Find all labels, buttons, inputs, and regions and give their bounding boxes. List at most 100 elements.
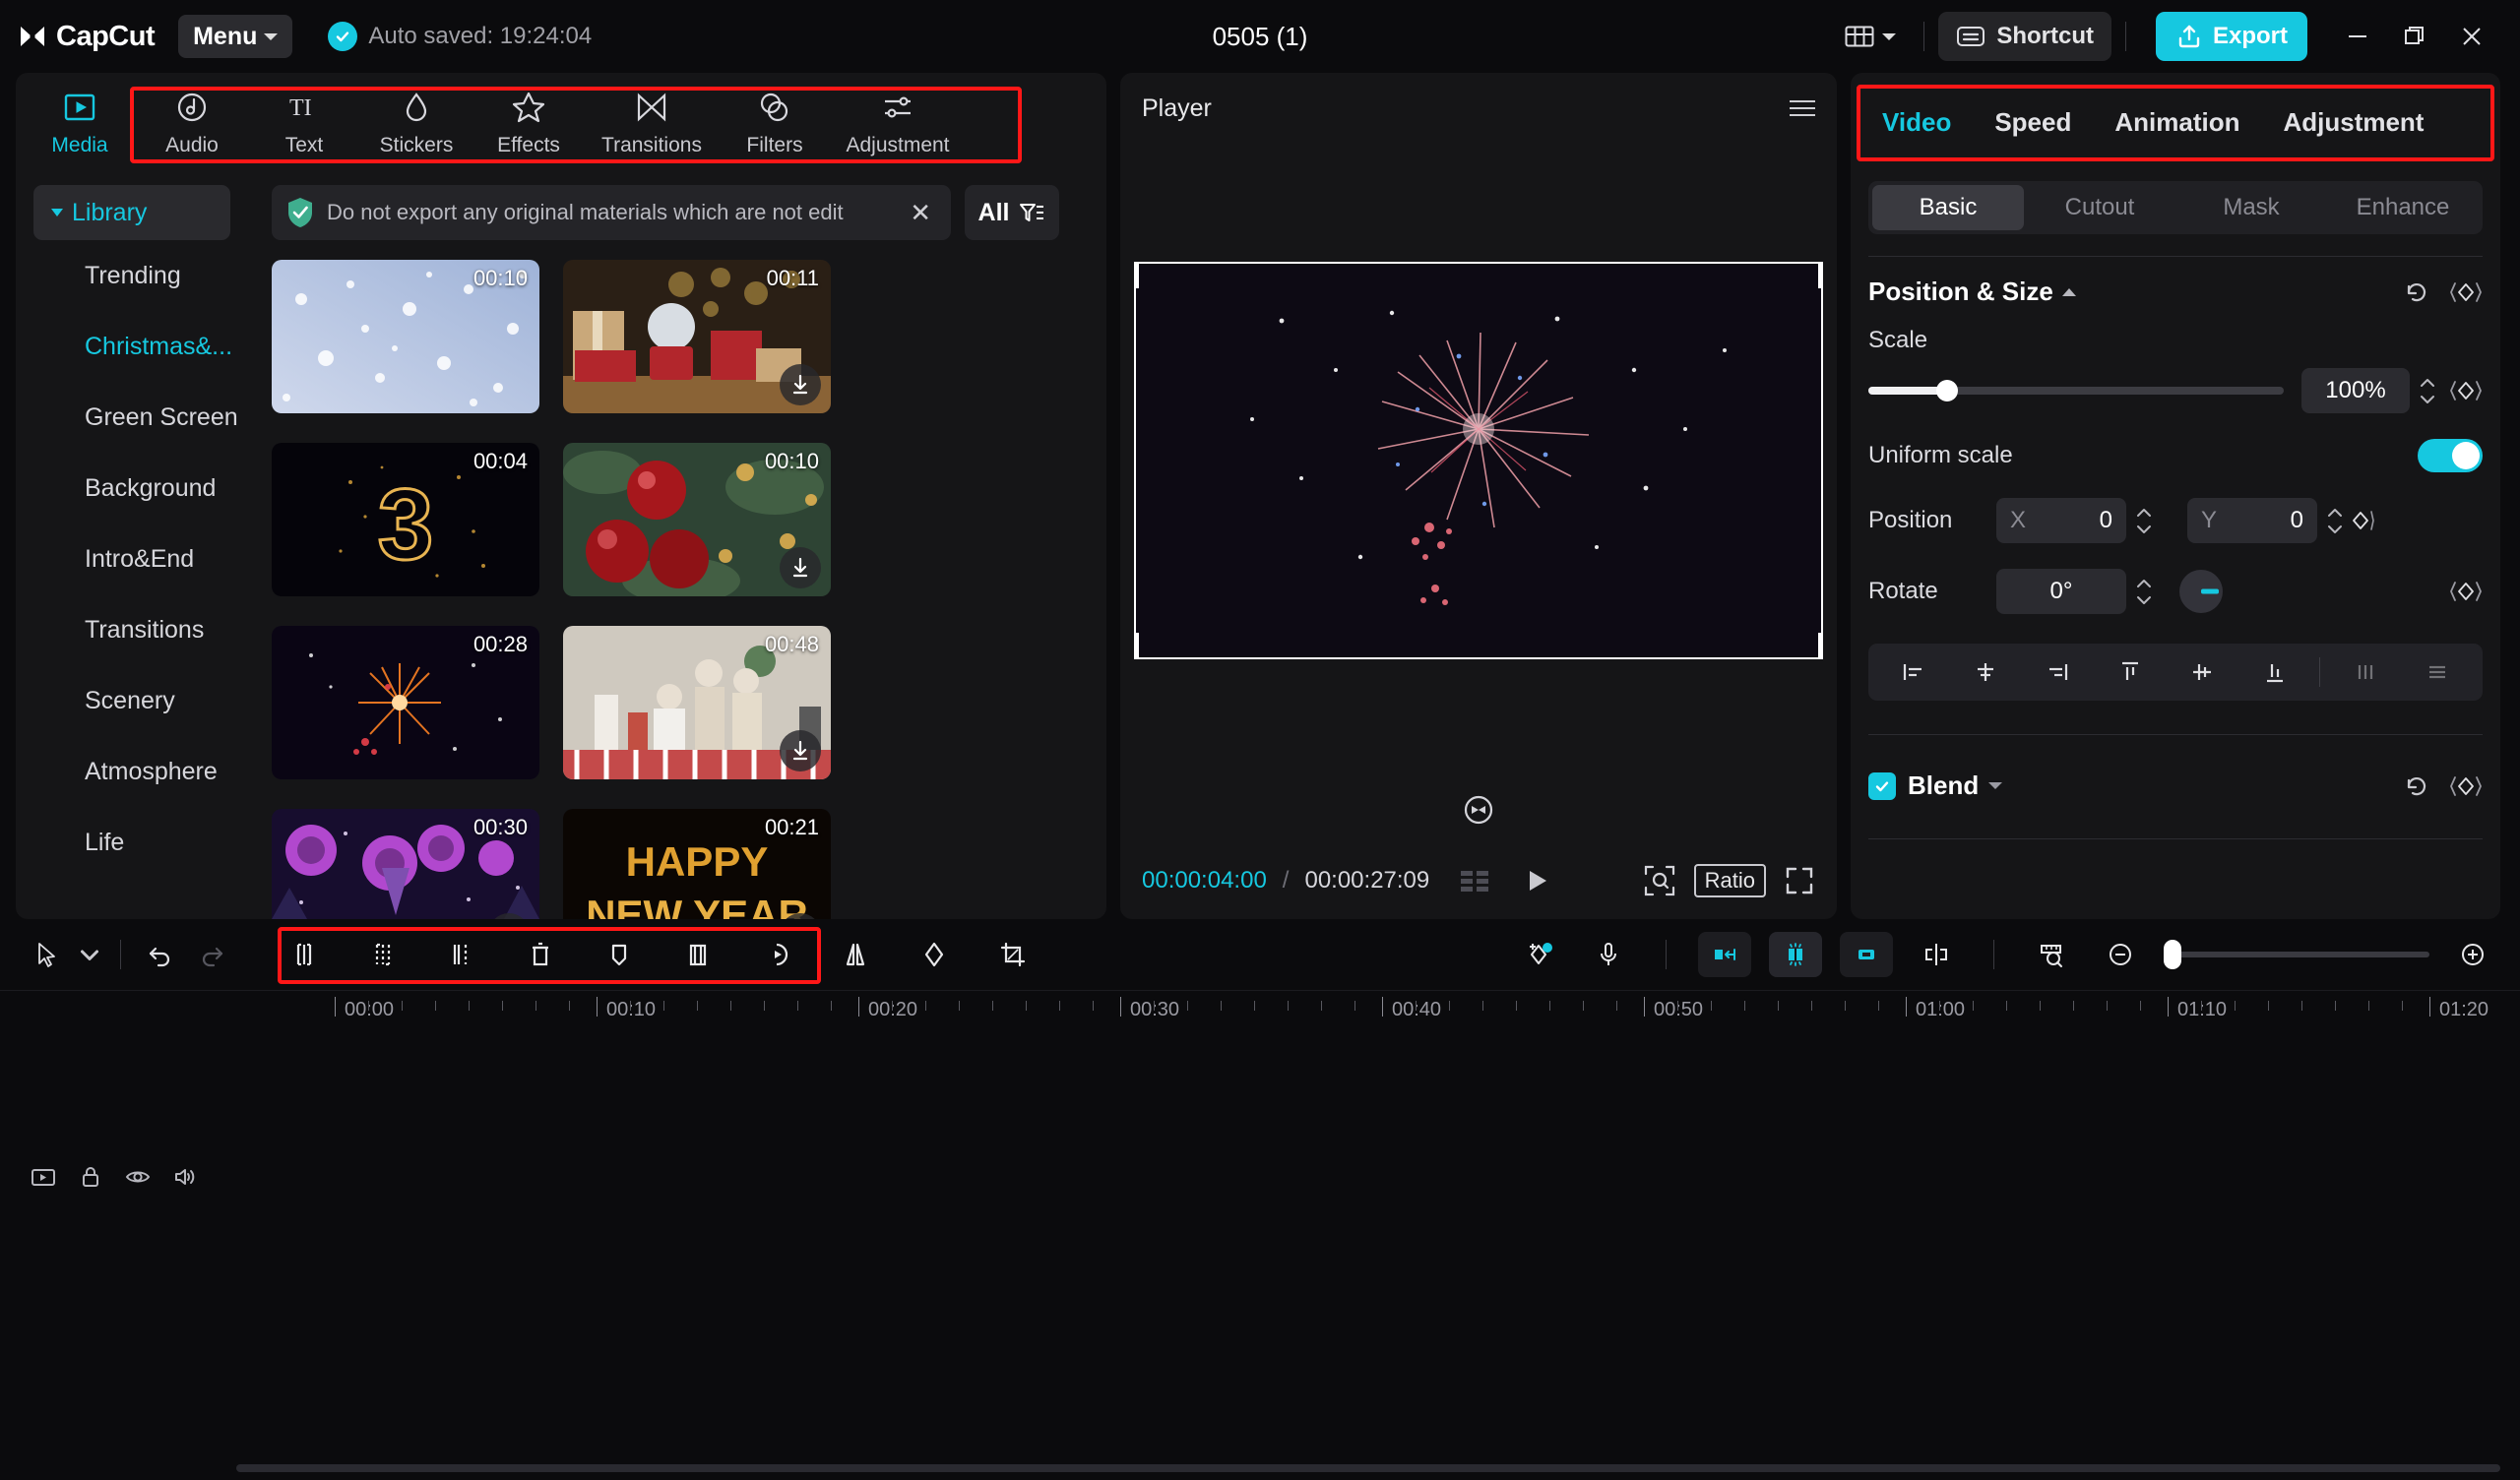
redo-button[interactable] (186, 929, 237, 980)
sidebar-item-background[interactable]: Background (33, 453, 262, 524)
uniform-scale-toggle[interactable] (2418, 439, 2483, 472)
position-y-stepper[interactable] (2325, 507, 2345, 535)
align-top-button[interactable] (2095, 649, 2165, 695)
timeline-ruler[interactable]: 00:00 00:10 00:20 00:30 00:40 00:50 01:0… (0, 990, 2520, 1035)
select-tool-button[interactable] (22, 929, 73, 980)
tool-dropdown-button[interactable] (73, 929, 106, 980)
tab-adjustment[interactable]: Adjustment (2261, 107, 2445, 138)
rotate-dial[interactable] (2179, 570, 2223, 613)
media-card[interactable]: 00:10 (563, 443, 831, 596)
tab-audio[interactable]: Audio (136, 73, 248, 171)
download-button[interactable] (780, 730, 821, 771)
reverse-button[interactable] (751, 929, 802, 980)
filter-all-button[interactable]: All (965, 185, 1059, 240)
rotate-value-field[interactable]: 0° (1996, 569, 2126, 614)
chevron-down-icon[interactable] (1988, 782, 2003, 789)
snap-center-toggle[interactable] (1769, 932, 1822, 977)
align-middle-vertical-button[interactable] (2168, 649, 2237, 695)
tab-text[interactable]: TI Text (248, 73, 360, 171)
scale-value-field[interactable]: 100% (2301, 368, 2410, 413)
frames-grid-button[interactable] (1459, 867, 1492, 894)
crop-ratio-button[interactable] (987, 929, 1039, 980)
add-keyframe-button[interactable] (1514, 929, 1565, 980)
tab-stickers[interactable]: Stickers (360, 73, 472, 171)
mirror-button[interactable] (830, 929, 881, 980)
sidebar-item-green-screen[interactable]: Green Screen (33, 382, 262, 453)
slider-knob[interactable] (1936, 380, 1959, 401)
tab-video[interactable]: Video (1860, 107, 1973, 138)
undo-button[interactable] (135, 929, 186, 980)
align-left-button[interactable] (1878, 649, 1948, 695)
media-card[interactable]: 00:28 (272, 626, 539, 779)
tab-animation[interactable]: Animation (2093, 107, 2261, 138)
minimize-button[interactable] (2329, 13, 2386, 60)
distribute-horizontal-button[interactable] (2330, 649, 2400, 695)
distribute-vertical-button[interactable] (2403, 649, 2473, 695)
shortcut-button[interactable]: Shortcut (1938, 12, 2111, 61)
blend-checkbox[interactable] (1868, 771, 1896, 800)
add-track-button[interactable] (30, 1163, 57, 1191)
timeline-tracks[interactable] (0, 1035, 2520, 1480)
subtab-enhance[interactable]: Enhance (2327, 185, 2479, 230)
menu-button[interactable]: Menu (178, 15, 293, 58)
align-bottom-button[interactable] (2239, 649, 2309, 695)
mute-track-button[interactable] (171, 1163, 199, 1191)
record-button[interactable] (1583, 929, 1634, 980)
delete-left-button[interactable] (357, 929, 409, 980)
position-keyframe[interactable] (2347, 508, 2374, 533)
delete-button[interactable] (515, 929, 566, 980)
export-button[interactable]: Export (2155, 12, 2307, 61)
library-header[interactable]: Library (33, 185, 230, 240)
fullscreen-button[interactable] (1784, 865, 1815, 896)
sidebar-item-transitions[interactable]: Transitions (33, 594, 262, 665)
hide-track-button[interactable] (124, 1163, 152, 1191)
tab-adjustment[interactable]: Adjustment (831, 73, 965, 171)
chevron-up-icon[interactable] (2061, 287, 2076, 296)
position-y-field[interactable]: Y 0 (2187, 498, 2317, 543)
rotate-keyframe[interactable] (2449, 579, 2483, 604)
fit-timeline-button[interactable] (2026, 929, 2077, 980)
reset-transform-icon[interactable] (1462, 793, 1495, 827)
sidebar-item-atmosphere[interactable]: Atmosphere (33, 736, 262, 807)
tab-speed[interactable]: Speed (1973, 107, 2093, 138)
sidebar-item-life[interactable]: Life (33, 807, 262, 878)
media-card[interactable]: 00:48 (563, 626, 831, 779)
rotate-button[interactable] (909, 929, 960, 980)
media-card[interactable]: 3 00:04 (272, 443, 539, 596)
tab-media[interactable]: Media (24, 73, 136, 171)
slider-knob[interactable] (2164, 940, 2181, 969)
player-canvas-wrapper[interactable] (1134, 262, 1823, 659)
keyframe-diamond-icon[interactable] (2449, 279, 2483, 305)
close-icon[interactable]: ✕ (904, 198, 937, 228)
position-x-field[interactable]: X 0 (1996, 498, 2126, 543)
snap-right-toggle[interactable] (1840, 932, 1893, 977)
crop-button[interactable] (672, 929, 724, 980)
scale-stepper[interactable] (2418, 377, 2437, 405)
split-marker-button[interactable] (1911, 929, 1962, 980)
tab-effects[interactable]: Effects (472, 73, 585, 171)
media-card[interactable]: HAPPY NEW YEAR 00:21 (563, 809, 831, 919)
subtab-mask[interactable]: Mask (2175, 185, 2327, 230)
align-center-horizontal-button[interactable] (1950, 649, 2020, 695)
ratio-button[interactable]: Ratio (1693, 864, 1766, 897)
position-x-stepper[interactable] (2134, 507, 2154, 535)
reset-icon[interactable] (2402, 771, 2431, 801)
subtab-basic[interactable]: Basic (1872, 185, 2024, 230)
tab-filters[interactable]: Filters (719, 73, 831, 171)
scale-slider[interactable] (1868, 380, 2284, 401)
zoom-out-button[interactable] (2095, 929, 2146, 980)
rotate-stepper[interactable] (2134, 578, 2154, 606)
timeline-zoom-slider[interactable] (2164, 940, 2429, 969)
subtab-cutout[interactable]: Cutout (2024, 185, 2175, 230)
close-button[interactable] (2443, 13, 2500, 60)
download-button[interactable] (780, 364, 821, 405)
split-button[interactable] (279, 929, 330, 980)
zoom-in-button[interactable] (2447, 929, 2498, 980)
delete-right-button[interactable] (436, 929, 487, 980)
play-button[interactable] (1522, 866, 1551, 895)
tab-transitions[interactable]: Transitions (585, 73, 719, 171)
sidebar-item-christmas[interactable]: Christmas&... (33, 311, 262, 382)
lock-track-button[interactable] (77, 1163, 104, 1191)
horizontal-scrollbar[interactable] (236, 1464, 2500, 1472)
keyframe-diamond-icon[interactable] (2449, 773, 2483, 799)
